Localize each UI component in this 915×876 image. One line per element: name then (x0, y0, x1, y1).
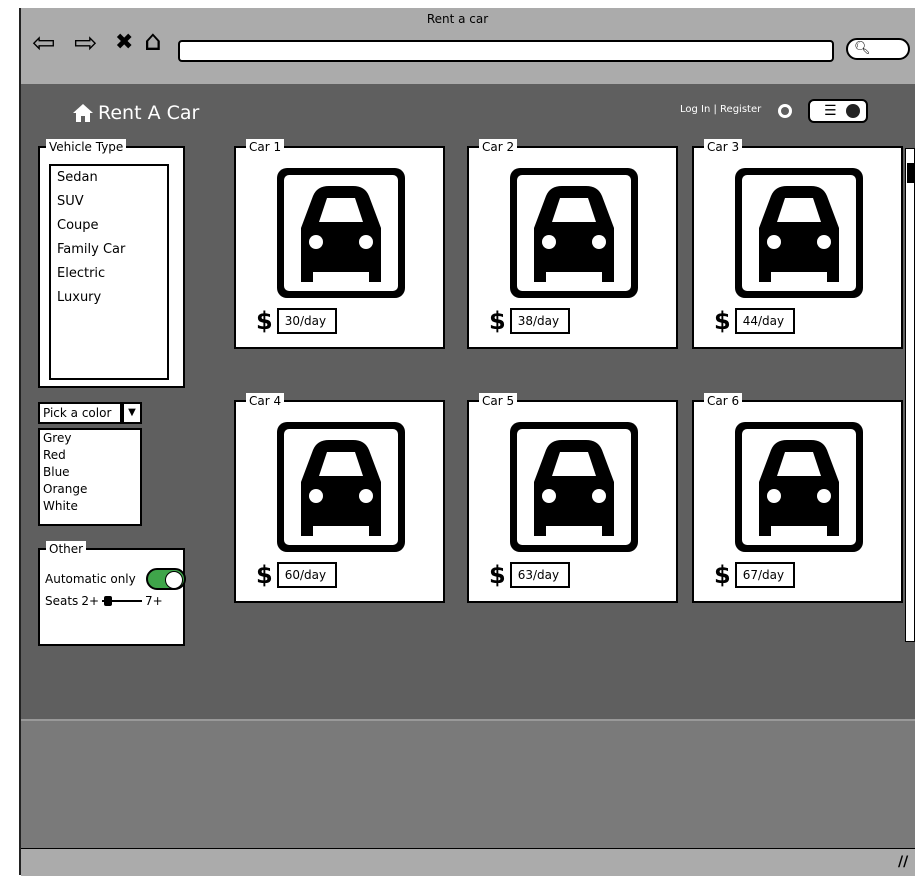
car-price: $30/day (256, 308, 337, 334)
color-select[interactable]: Pick a color ▼ (38, 402, 142, 424)
url-bar[interactable] (178, 40, 834, 62)
seats-max-label: 7+ (145, 594, 163, 608)
car-price: $63/day (489, 562, 570, 588)
footer (21, 719, 915, 850)
color-option-red[interactable]: Red (40, 447, 140, 464)
hamburger-icon: ☰ (824, 103, 837, 119)
seats-min-label: 2+ (81, 594, 100, 608)
other-filters-panel: Other Automatic only Seats 2+ 7+ (38, 541, 186, 646)
home-brand-icon (73, 104, 93, 122)
vertical-scrollbar[interactable] (905, 148, 915, 642)
car-price: $60/day (256, 562, 337, 588)
list-item-family-car[interactable]: Family Car (51, 238, 167, 262)
color-option-blue[interactable]: Blue (40, 464, 140, 481)
dollar-icon: $ (489, 561, 506, 589)
list-item-suv[interactable]: SUV (51, 190, 167, 214)
car-price: $67/day (714, 562, 795, 588)
automatic-only-toggle[interactable] (146, 568, 186, 590)
vehicle-type-panel: Vehicle Type Sedan SUV Coupe Family Car … (38, 139, 185, 388)
brand-name: Rent A Car (98, 102, 200, 124)
window-title: Rent a car (426, 12, 489, 26)
menu-toggle-button[interactable]: ☰ (808, 99, 868, 123)
seats-label: Seats (45, 594, 79, 608)
list-item-luxury[interactable]: Luxury (51, 286, 167, 310)
slider-thumb[interactable] (104, 596, 113, 606)
car-card[interactable]: Car 1 $30/day (234, 139, 445, 349)
chevron-down-icon[interactable]: ▼ (122, 402, 142, 424)
car-icon (508, 166, 640, 300)
color-select-value[interactable]: Pick a color (38, 402, 122, 424)
car-name: Car 5 (479, 393, 518, 409)
color-option-grey[interactable]: Grey (40, 430, 140, 447)
price-per-day: 30/day (276, 308, 337, 334)
resize-grip-icon[interactable]: // (898, 854, 908, 870)
brand-logo[interactable]: Rent A Car (72, 102, 199, 124)
back-icon[interactable]: ⇦ (32, 29, 55, 57)
other-legend: Other (46, 541, 87, 557)
automatic-only-label: Automatic only (45, 572, 136, 586)
seats-slider[interactable] (102, 596, 143, 606)
car-price: $38/day (489, 308, 570, 334)
globe-icon[interactable] (778, 104, 792, 118)
list-item-coupe[interactable]: Coupe (51, 214, 167, 238)
list-item-electric[interactable]: Electric (51, 262, 167, 286)
dollar-icon: $ (714, 561, 731, 589)
car-name: Car 1 (246, 139, 285, 155)
car-name: Car 4 (246, 393, 285, 409)
car-icon (508, 420, 640, 554)
color-option-white[interactable]: White (40, 498, 140, 515)
car-card[interactable]: Car 6 $67/day (692, 393, 903, 603)
car-name: Car 2 (479, 139, 518, 155)
car-card[interactable]: Car 2 $38/day (467, 139, 678, 349)
price-per-day: 38/day (509, 308, 570, 334)
price-per-day: 63/day (509, 562, 570, 588)
dollar-icon: $ (256, 307, 273, 335)
dollar-icon: $ (714, 307, 731, 335)
scrollbar-thumb[interactable] (907, 163, 915, 183)
search-icon: 🔍︎ (854, 41, 871, 56)
car-icon (733, 166, 865, 300)
color-options-list: Grey Red Blue Orange White (38, 428, 142, 526)
vehicle-type-list: Sedan SUV Coupe Family Car Electric Luxu… (49, 164, 169, 380)
price-per-day: 60/day (276, 562, 337, 588)
car-price: $44/day (714, 308, 795, 334)
stop-icon[interactable]: ✖ (115, 29, 133, 57)
seats-filter: Seats 2+ 7+ (45, 594, 163, 608)
car-name: Car 6 (704, 393, 743, 409)
status-bar (21, 848, 915, 876)
vehicle-type-legend: Vehicle Type (46, 139, 127, 155)
car-name: Car 3 (704, 139, 743, 155)
color-option-orange[interactable]: Orange (40, 481, 140, 498)
car-card[interactable]: Car 5 $63/day (467, 393, 678, 603)
login-register-link[interactable]: Log In | Register (680, 104, 761, 115)
forward-icon[interactable]: ⇨ (74, 29, 97, 57)
toggle-knob (165, 571, 183, 589)
dollar-icon: $ (256, 561, 273, 589)
home-icon[interactable]: ⌂ (144, 27, 162, 55)
dollar-icon: $ (489, 307, 506, 335)
car-icon (275, 420, 407, 554)
search-button[interactable]: 🔍︎ (846, 38, 910, 60)
car-card[interactable]: Car 3 $44/day (692, 139, 903, 349)
car-icon (733, 420, 865, 554)
toggle-knob (846, 104, 860, 118)
list-item-sedan[interactable]: Sedan (51, 166, 167, 190)
car-card[interactable]: Car 4 $60/day (234, 393, 445, 603)
price-per-day: 67/day (734, 562, 795, 588)
car-icon (275, 166, 407, 300)
price-per-day: 44/day (734, 308, 795, 334)
